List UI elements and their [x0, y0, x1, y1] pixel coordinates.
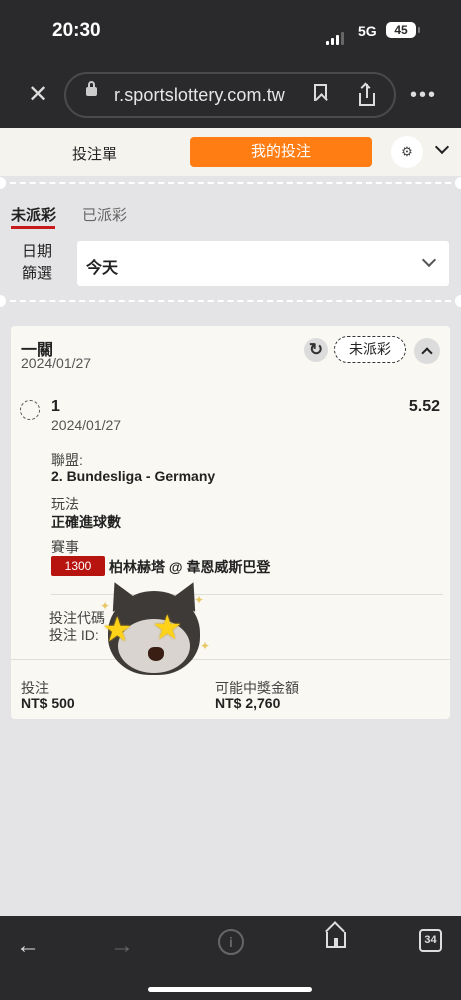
bet-id-label: 投注 ID: — [49, 627, 99, 643]
event-label: 賽事 — [51, 539, 79, 555]
selection-date: 2024/01/27 — [51, 417, 122, 433]
star-icon: ★ — [102, 611, 133, 649]
bookmark-icon[interactable] — [314, 84, 327, 101]
event-code-badge: 1300 — [51, 556, 105, 576]
home-indicator — [148, 987, 312, 992]
league-label: 聯盟: — [51, 452, 83, 468]
sparkle-icon: ✦ — [100, 599, 111, 613]
date-filter-label-line2: 篩選 — [22, 265, 53, 282]
tab-unsettled[interactable]: 未派彩 — [11, 204, 56, 225]
tab-bet-slip[interactable]: 投注單 — [72, 143, 117, 164]
battery-icon: 45 — [386, 22, 420, 38]
potential-win-value: NT$ 2,760 — [215, 695, 281, 711]
status-time: 20:30 — [52, 20, 101, 41]
gear-icon[interactable]: ⚙ — [391, 136, 423, 168]
divider — [0, 182, 461, 184]
close-icon[interactable]: ✕ — [28, 80, 48, 110]
event-name: 柏林赫塔 @ 韋恩威斯巴登 — [109, 559, 271, 575]
selection-odds: 5.52 — [408, 398, 440, 415]
divider — [0, 300, 461, 302]
bet-tabs-row: 投注單 我的投注 ⚙ — [0, 128, 461, 176]
home-icon[interactable] — [326, 932, 346, 948]
chevron-down-icon — [421, 252, 437, 268]
status-bar: 20:30 5G 45 — [0, 20, 461, 45]
date-filter-value: 今天 — [86, 260, 119, 277]
divider — [11, 659, 450, 660]
filter-section: 未派彩 已派彩 日期 篩選 今天 — [0, 189, 461, 299]
address-bar[interactable]: r.sportslottery.com.tw — [64, 72, 396, 118]
bet-date: 2024/01/27 — [21, 355, 92, 371]
market-value: 正確進球數 — [51, 514, 121, 530]
sticker-mouth — [148, 647, 164, 661]
selection-number: 1 — [51, 398, 60, 415]
league-value: 2. Bundesliga - Germany — [51, 468, 216, 484]
tab-settled[interactable]: 已派彩 — [82, 204, 127, 225]
star-icon: ★ — [152, 609, 183, 647]
bet-card: 一關 2024/01/27 ↻ 未派彩 1 2024/01/27 5.52 聯盟… — [11, 326, 450, 719]
more-icon[interactable]: ••• — [410, 84, 437, 107]
divider-notch-right — [455, 295, 461, 307]
market-label: 玩法 — [51, 496, 79, 512]
chevron-up-icon[interactable] — [414, 338, 440, 364]
sparkle-icon: ✦ — [194, 593, 205, 607]
stake-value: NT$ 500 — [21, 695, 75, 711]
url-text: r.sportslottery.com.tw — [114, 85, 285, 105]
forward-arrow-icon[interactable]: → — [110, 932, 134, 960]
network-type: 5G — [358, 23, 377, 39]
browser-top-bar: 20:30 5G 45 ✕ r.sportslottery.com.tw ••• — [0, 0, 461, 128]
chevron-down-icon[interactable] — [434, 139, 450, 155]
date-filter-label-line1: 日期 — [22, 243, 53, 260]
date-filter-select[interactable]: 今天 — [77, 241, 449, 286]
divider-notch-left — [0, 177, 6, 189]
browser-bottom-bar: ← → i 34 — [0, 916, 461, 1000]
tab-my-bets[interactable]: 我的投注 — [190, 137, 372, 167]
share-icon[interactable] — [357, 84, 377, 108]
refresh-icon[interactable]: ↻ — [304, 338, 328, 362]
lock-icon — [86, 81, 97, 96]
back-arrow-icon[interactable]: ← — [16, 932, 40, 960]
star-eyes-owl-sticker: ★ ★ ✦ ✦ ✦ — [100, 576, 211, 683]
status-badge: 未派彩 — [334, 336, 406, 363]
signal-icon — [326, 27, 346, 45]
pending-status-icon — [20, 400, 40, 420]
active-tab-underline — [11, 226, 55, 229]
info-icon[interactable]: i — [218, 929, 244, 955]
tabs-icon[interactable]: 34 — [419, 929, 442, 952]
divider-notch-right — [455, 177, 461, 189]
date-filter-label: 日期 篩選 — [22, 241, 52, 285]
sparkle-icon: ✦ — [200, 639, 211, 653]
